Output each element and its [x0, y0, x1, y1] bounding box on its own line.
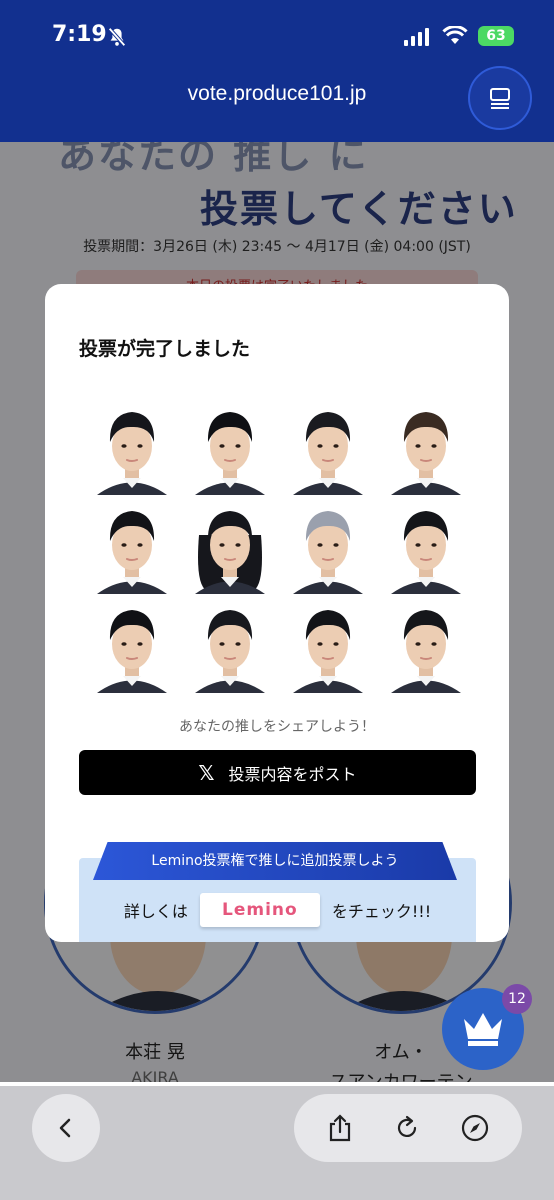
tabs-icon: [490, 88, 510, 109]
browser-top-bar: 7:19 63 vote.produce101.jp: [0, 0, 554, 142]
lemino-logo-button[interactable]: Lemino: [199, 893, 320, 927]
trainee-photo-grid: [83, 396, 475, 693]
trainee-photo: [181, 495, 279, 594]
trainee-photo: [181, 594, 279, 693]
battery-indicator: 63: [478, 26, 514, 46]
cellular-signal-icon: [404, 28, 429, 46]
post-to-x-button[interactable]: 𝕏 投票内容をポスト: [79, 750, 476, 795]
chevron-left-icon: [54, 1116, 78, 1140]
browser-actions: [294, 1094, 522, 1162]
trainee-photo: [83, 396, 181, 495]
tabs-button[interactable]: [468, 66, 532, 130]
trainee-photo: [279, 495, 377, 594]
trainee-photo: [377, 594, 475, 693]
reload-icon[interactable]: [393, 1114, 421, 1142]
lemino-suffix: をチェック!!!: [331, 902, 432, 921]
trainee-photo: [377, 396, 475, 495]
trainee-photo: [279, 594, 377, 693]
trainee-photo: [279, 396, 377, 495]
status-time: 7:19: [52, 22, 107, 47]
browser-bottom-bar: [0, 1086, 554, 1200]
post-button-label: 投票内容をポスト: [228, 764, 357, 784]
trainee-photo: [181, 396, 279, 495]
share-caption: あなたの推しをシェアしよう！: [179, 719, 375, 735]
lemino-promo-row: 詳しくは Lemino をチェック!!!: [79, 892, 476, 928]
lemino-ribbon: Lemino投票権で推しに追加投票しよう: [93, 842, 457, 880]
modal-title: 投票が完了しました: [79, 338, 251, 360]
lemino-prefix: 詳しくは: [123, 902, 188, 921]
wifi-icon: [442, 26, 468, 44]
share-icon[interactable]: [326, 1113, 354, 1143]
vote-complete-modal: 投票が完了しました あなたの推しをシェアしよう！ 𝕏 投票内容をポスト Lemi…: [45, 284, 509, 942]
vote-count-badge: 12: [502, 984, 532, 1014]
bell-muted-icon: [108, 27, 126, 47]
x-logo-icon: 𝕏: [198, 760, 215, 785]
trainee-photo: [83, 495, 181, 594]
back-button[interactable]: [32, 1094, 100, 1162]
battery-level: 63: [486, 28, 506, 44]
trainee-photo: [83, 594, 181, 693]
crown-icon: [464, 1013, 502, 1046]
compass-icon[interactable]: [460, 1113, 490, 1143]
trainee-photo: [377, 495, 475, 594]
